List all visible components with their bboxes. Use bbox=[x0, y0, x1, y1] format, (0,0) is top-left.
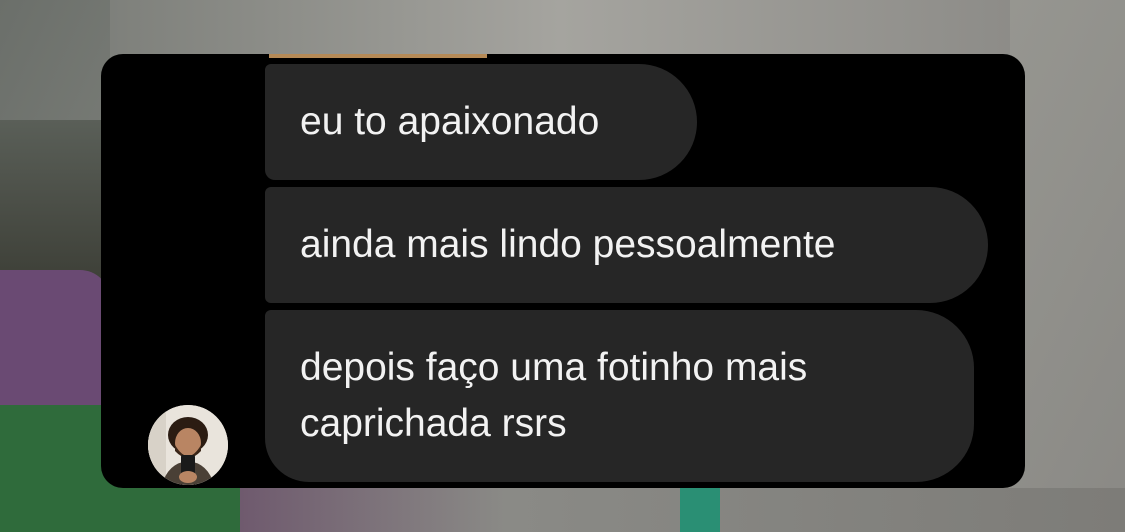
message-text: ainda mais lindo pessoalmente bbox=[300, 223, 836, 266]
previous-media-edge[interactable] bbox=[269, 54, 487, 58]
background-teal-object bbox=[680, 488, 720, 532]
message-bubble[interactable]: depois faço uma fotinho mais caprichada … bbox=[265, 310, 974, 482]
message-text: depois faço uma fotinho mais caprichada … bbox=[300, 340, 807, 452]
message-bubble[interactable]: eu to apaixonado bbox=[265, 64, 697, 180]
background-purple-object bbox=[0, 270, 110, 420]
sender-avatar[interactable] bbox=[148, 405, 228, 485]
message-bubble[interactable]: ainda mais lindo pessoalmente bbox=[265, 187, 988, 303]
chat-thread: eu to apaixonado ainda mais lindo pessoa… bbox=[101, 54, 1025, 488]
background-top bbox=[110, 0, 1010, 60]
message-text: eu to apaixonado bbox=[300, 100, 600, 143]
user-avatar-icon bbox=[148, 405, 228, 485]
message-text-line: caprichada rsrs bbox=[300, 402, 567, 445]
message-text-line: depois faço uma fotinho mais bbox=[300, 346, 808, 389]
